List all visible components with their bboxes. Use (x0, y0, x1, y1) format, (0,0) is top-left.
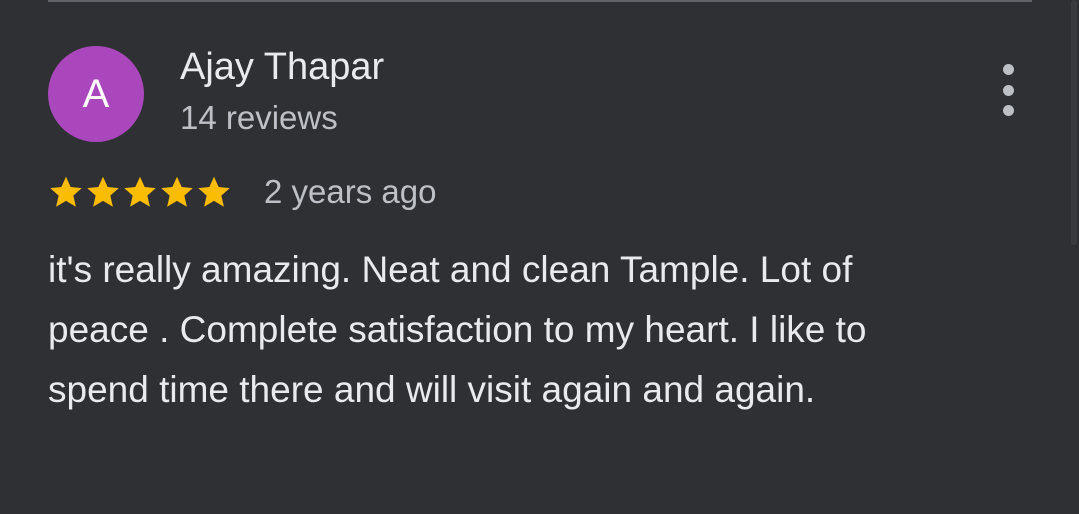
more-vert-icon (1002, 105, 1014, 116)
review-count: 14 reviews (180, 99, 338, 136)
more-options-button[interactable] (988, 64, 1028, 116)
rating-row: 2 years ago (48, 167, 436, 217)
star-icon (122, 174, 158, 210)
star-rating (48, 174, 232, 210)
scrollbar-thumb[interactable] (1071, 0, 1077, 245)
star-icon (48, 174, 84, 210)
star-icon (159, 174, 195, 210)
star-icon (196, 174, 232, 210)
star-icon (85, 174, 121, 210)
avatar[interactable]: A (48, 46, 144, 142)
avatar-initial: A (82, 71, 110, 116)
scrollbar[interactable] (1069, 0, 1079, 514)
reviewer-name[interactable]: Ajay Thapar (180, 46, 384, 89)
review-time: 2 years ago (264, 173, 437, 210)
more-vert-icon (1002, 84, 1014, 96)
review-text: it's really amazing. Neat and clean Tamp… (48, 249, 867, 410)
more-vert-icon (1002, 64, 1014, 75)
top-divider (48, 0, 1032, 2)
